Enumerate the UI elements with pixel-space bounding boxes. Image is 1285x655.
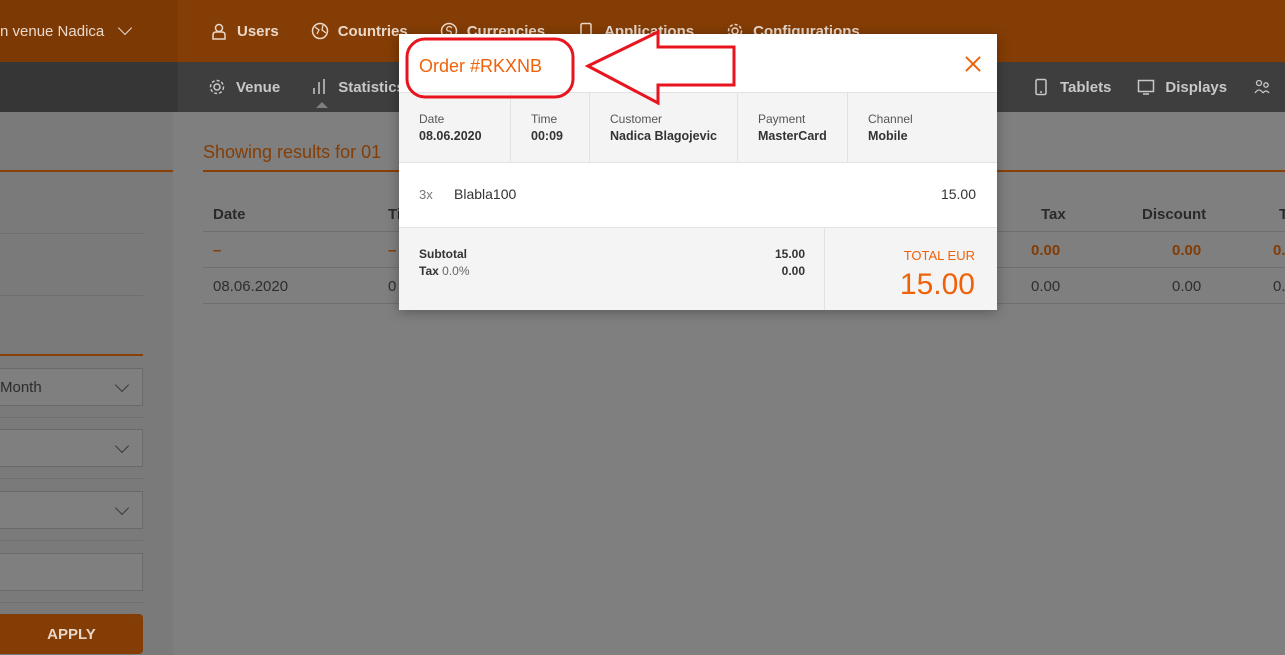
item-quantity: 3x (419, 187, 433, 202)
total-value: 15.00 (899, 268, 975, 301)
venue-selector-label: n venue Nadica (0, 22, 105, 40)
tax-rate: 0.0% (442, 264, 470, 278)
filter-select-3[interactable] (0, 491, 143, 529)
meta-label: Channel (868, 112, 913, 126)
tab-label: Venue (236, 78, 281, 96)
meta-value: 08.06.2020 (419, 129, 482, 143)
summary-total: 0.0 (1273, 242, 1285, 259)
chevron-down-icon (114, 500, 130, 516)
order-meta: Date 08.06.2020 Time 00:09 Customer Nadi… (399, 92, 997, 163)
tab-label: Displays (1165, 78, 1228, 96)
meta-label: Payment (758, 112, 806, 126)
menu-item-users[interactable]: Users (210, 22, 279, 40)
period-select[interactable]: Month (0, 368, 143, 406)
chevron-down-icon (118, 20, 133, 36)
tax-value: 0.00 (781, 264, 805, 278)
row-tax: 0.00 (1031, 278, 1061, 295)
filter-select-2[interactable] (0, 429, 143, 467)
display-icon (1138, 79, 1155, 95)
results-title: Showing results for 01 (203, 142, 382, 162)
apply-button[interactable]: APPLY (0, 614, 143, 654)
meta-label: Time (531, 112, 558, 126)
divider (0, 540, 143, 541)
subtotals-panel: Subtotal 15.00 Tax 0.0% 0.00 (399, 228, 825, 310)
summary-tax: 0.00 (1031, 242, 1061, 259)
meta-value: Mobile (868, 129, 908, 143)
gear-icon (209, 79, 225, 95)
meta-date: Date 08.06.2020 (399, 93, 511, 162)
meta-label: Customer (610, 112, 663, 126)
subtotal-label: Subtotal (419, 247, 467, 261)
summary-time: – (388, 242, 397, 259)
meta-channel: Channel Mobile (848, 93, 997, 162)
meta-time: Time 00:09 (511, 93, 590, 162)
tax-label: Tax (419, 264, 439, 278)
row-total: 0.0 (1273, 278, 1285, 295)
subtotal-row: Subtotal 15.00 (419, 247, 805, 261)
divider (0, 354, 143, 356)
subtotal-value: 15.00 (774, 247, 805, 261)
row-discount: 0.00 (1172, 278, 1202, 295)
tax-row: Tax 0.0% 0.00 (419, 264, 805, 278)
meta-label: Date (419, 112, 445, 126)
divider (0, 170, 173, 172)
bar-chart-icon (313, 79, 325, 94)
divider (0, 602, 143, 603)
order-details-modal: Order #RKXNB Date 08.06.2020 Time 00:09 … (399, 34, 997, 310)
divider (0, 478, 143, 479)
tab-label: Tablets (1060, 78, 1112, 96)
filter-sidebar: Month APPLY (0, 112, 173, 655)
total-label: TOTAL EUR (903, 248, 975, 263)
divider (0, 417, 143, 418)
modal-header: Order #RKXNB (399, 34, 997, 92)
modal-title: Order #RKXNB (419, 56, 543, 76)
menu-item-label: Countries (337, 22, 408, 40)
summary-date: – (213, 242, 222, 259)
meta-value: Nadica Blagojevic (610, 129, 717, 143)
divider (0, 233, 143, 234)
tab-tablets[interactable]: Tablets (1032, 78, 1111, 96)
column-header-total[interactable]: T (1279, 206, 1285, 223)
menu-item-countries[interactable]: Countries (311, 22, 408, 40)
venue-menu-right: Tablets Displays (1032, 78, 1271, 96)
meta-customer: Customer Nadica Blagojevic (590, 93, 738, 162)
tab-more[interactable] (1253, 78, 1271, 96)
order-summary: Subtotal 15.00 Tax 0.0% 0.00 TOTAL EUR 1… (399, 227, 997, 310)
chevron-down-icon (114, 438, 130, 454)
tablet-icon (1035, 78, 1047, 96)
tab-venue[interactable]: Venue (208, 78, 280, 96)
row-time: 0 (388, 278, 397, 295)
filter-input[interactable] (0, 553, 143, 591)
people-icon (1254, 79, 1270, 94)
meta-value: MasterCard (758, 129, 827, 143)
tab-statistics[interactable]: Statistics (310, 78, 405, 108)
column-header-tax[interactable]: Tax (1041, 206, 1066, 223)
column-header-discount[interactable]: Discount (1142, 206, 1206, 223)
tab-displays[interactable]: Displays (1137, 78, 1227, 96)
menu-item-label: Users (237, 22, 279, 40)
divider (0, 295, 143, 296)
meta-value: 00:09 (531, 129, 563, 143)
row-date: 08.06.2020 (213, 278, 289, 295)
venue-selector[interactable]: n venue Nadica (0, 0, 178, 62)
chevron-down-icon (114, 377, 130, 393)
venue-menu: Venue Statistics (208, 78, 405, 108)
item-name: Blabla100 (454, 186, 517, 202)
close-icon[interactable] (963, 54, 983, 74)
column-header-date[interactable]: Date (213, 206, 246, 223)
tab-label: Statistics (338, 78, 405, 96)
meta-payment: Payment MasterCard (738, 93, 848, 162)
item-price: 15.00 (940, 186, 976, 202)
period-select-value: Month (0, 378, 42, 396)
summary-discount: 0.00 (1172, 242, 1202, 259)
globe-icon (311, 22, 328, 40)
order-items: 3x Blabla100 15.00 (399, 163, 997, 227)
subbar-left-panel (0, 62, 178, 112)
user-icon (212, 23, 226, 40)
